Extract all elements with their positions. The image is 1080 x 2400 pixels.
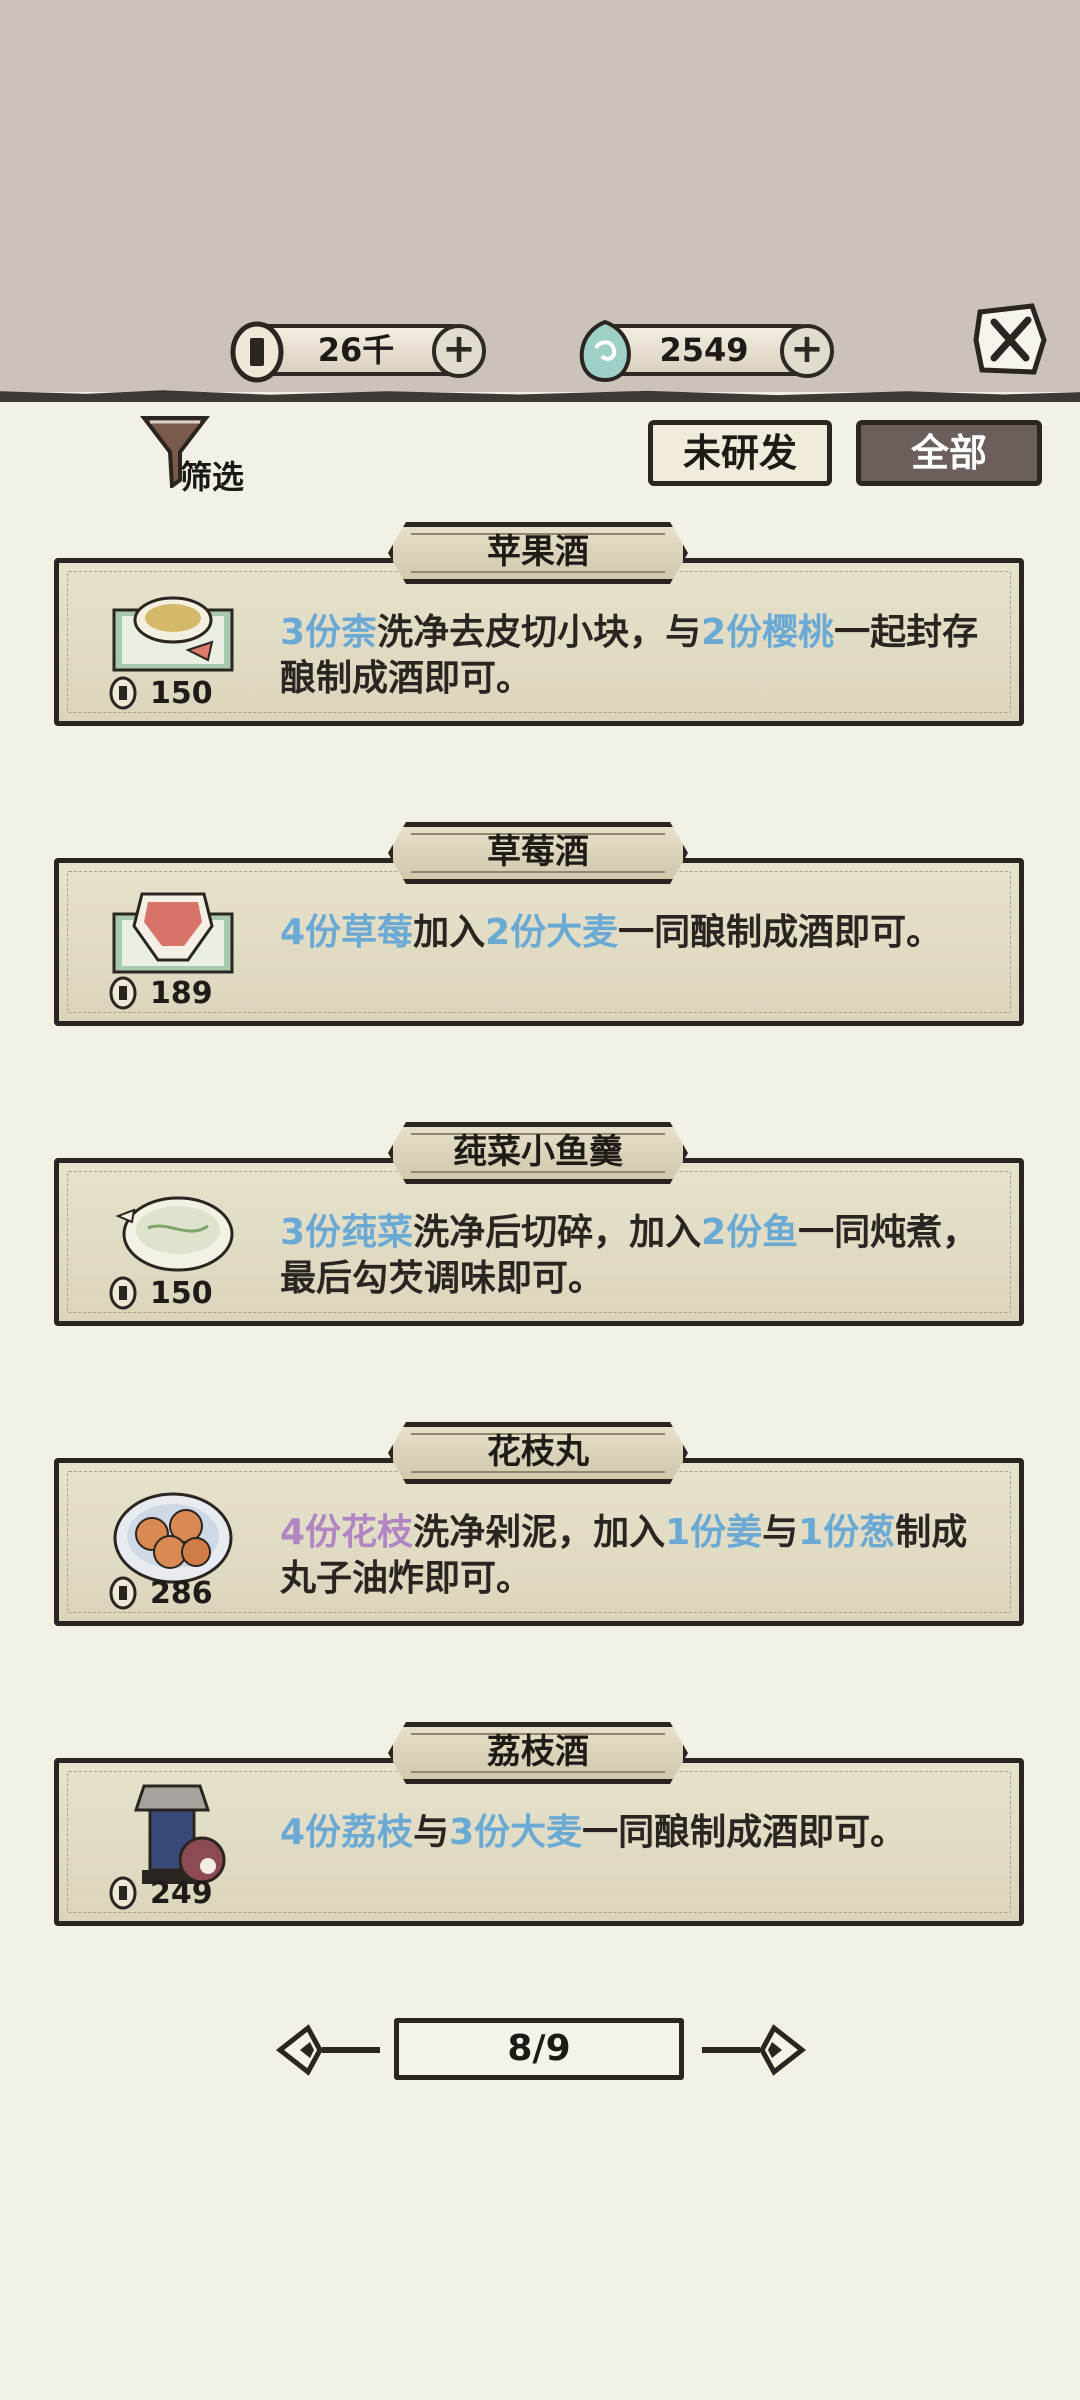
recipe-title: 草莓酒 xyxy=(487,832,589,872)
price-coin-icon xyxy=(108,676,138,710)
dish-image xyxy=(108,1780,238,1890)
ingredient-highlight: 3份大麦 xyxy=(449,1812,583,1853)
recipe-card[interactable]: 荔枝酒 249 4份荔枝与3份大麦一同酿制成酒即可。 xyxy=(54,1722,1024,1926)
dish-image xyxy=(108,880,238,990)
description-text: 一同酿制成酒即可。 xyxy=(582,1812,907,1853)
dish-image xyxy=(108,1480,238,1590)
ingredient-highlight: 2份樱桃 xyxy=(701,612,835,653)
ingredient-highlight: 1份葱 xyxy=(798,1512,896,1553)
ingredient-highlight: 1份姜 xyxy=(665,1512,763,1553)
top-banner xyxy=(0,0,1080,392)
recipe-description: 4份花枝洗净剁泥，加入1份姜与1份葱制成丸子油炸即可。 xyxy=(280,1510,1000,1602)
recipe-price: 150 xyxy=(150,1276,213,1311)
recipe-description: 4份草莓加入2份大麦一同酿制成酒即可。 xyxy=(280,910,1000,956)
description-text: 洗净剁泥，加入 xyxy=(413,1512,666,1553)
add-gems-button[interactable]: + xyxy=(780,324,834,378)
dish-image xyxy=(108,580,238,690)
recipe-description: 4份荔枝与3份大麦一同酿制成酒即可。 xyxy=(280,1810,1000,1856)
price-coin-icon xyxy=(108,1576,138,1610)
description-text: 洗净后切碎，加入 xyxy=(413,1212,702,1253)
price-coin-icon xyxy=(108,1876,138,1910)
tab-all[interactable]: 全部 xyxy=(856,420,1042,486)
price-coin-icon xyxy=(108,976,138,1010)
recipe-card[interactable]: 苹果酒 150 3份柰洗净去皮切小块，与2份樱桃一起封存酿制成酒即可。 xyxy=(54,522,1024,726)
tab-unresearched[interactable]: 未研发 xyxy=(648,420,832,486)
recipe-card[interactable]: 莼菜小鱼羹 150 3份莼菜洗净后切碎，加入2份鱼一同炖煮，最后勾芡调味即可。 xyxy=(54,1122,1024,1326)
page-indicator: 8/9 xyxy=(507,2028,571,2069)
ingredient-highlight: 3份莼菜 xyxy=(280,1212,414,1253)
gem-currency-bar: 2549 + xyxy=(574,318,844,383)
recipe-title: 莼菜小鱼羹 xyxy=(453,1132,623,1172)
recipe-title: 花枝丸 xyxy=(487,1432,589,1472)
description-text: 加入 xyxy=(413,912,486,953)
ingredient-highlight: 4份花枝 xyxy=(280,1512,414,1553)
recipe-title: 苹果酒 xyxy=(487,532,589,572)
description-text: 洗净去皮切小块，与 xyxy=(377,612,702,653)
description-text: 与 xyxy=(413,1812,450,1853)
recipe-card[interactable]: 花枝丸 286 4份花枝洗净剁泥，加入1份姜与1份葱制成丸子油炸即可。 xyxy=(54,1422,1024,1626)
recipe-description: 3份莼菜洗净后切碎，加入2份鱼一同炖煮，最后勾芡调味即可。 xyxy=(280,1210,1000,1302)
add-coins-button[interactable]: + xyxy=(432,324,486,378)
coin-amount: 26千 xyxy=(317,331,395,369)
recipe-price: 189 xyxy=(150,976,213,1011)
filter-button[interactable]: 筛选 xyxy=(140,410,280,496)
recipe-price: 286 xyxy=(150,1576,213,1611)
recipe-price: 150 xyxy=(150,676,213,711)
filter-label: 筛选 xyxy=(180,458,245,496)
recipe-title: 荔枝酒 xyxy=(487,1732,589,1772)
close-icon[interactable] xyxy=(970,300,1050,380)
price-coin-icon xyxy=(108,1276,138,1310)
recipe-price: 249 xyxy=(150,1876,213,1911)
gem-amount: 2549 xyxy=(659,331,749,369)
ingredient-highlight: 3份柰 xyxy=(280,612,378,653)
description-text: 一同酿制成酒即可。 xyxy=(618,912,943,953)
recipe-description: 3份柰洗净去皮切小块，与2份樱桃一起封存酿制成酒即可。 xyxy=(280,610,1000,702)
ingredient-highlight: 2份鱼 xyxy=(701,1212,799,1253)
next-page-arrow-icon[interactable] xyxy=(698,2022,808,2078)
pagination: 8/9 xyxy=(274,2008,808,2088)
dish-image xyxy=(108,1180,238,1290)
recipe-card[interactable]: 草莓酒 189 4份草莓加入2份大麦一同酿制成酒即可。 xyxy=(54,822,1024,1026)
prev-page-arrow-icon[interactable] xyxy=(274,2022,384,2078)
coin-currency-bar: 26千 + xyxy=(226,318,496,383)
description-text: 与 xyxy=(762,1512,799,1553)
ingredient-highlight: 4份荔枝 xyxy=(280,1812,414,1853)
ingredient-highlight: 2份大麦 xyxy=(485,912,619,953)
ingredient-highlight: 4份草莓 xyxy=(280,912,414,953)
